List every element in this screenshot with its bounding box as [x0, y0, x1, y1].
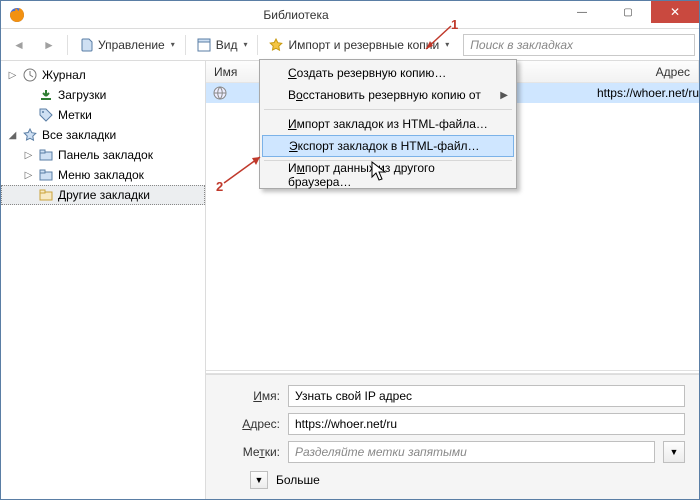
folder-icon: [38, 187, 54, 203]
toolbar: ◄ ► Управление ▾ Вид ▾ Импорт и резервны…: [1, 29, 699, 61]
forward-button[interactable]: ►: [35, 33, 63, 57]
sidebar: ▷ Журнал Загрузки Метки ◢ Все закладки ▷: [1, 61, 206, 499]
sidebar-label: Панель закладок: [58, 148, 153, 162]
menu-item-export-html[interactable]: Экспорт закладок в HTML-файл…: [262, 135, 514, 157]
sidebar-label: Метки: [58, 108, 92, 122]
details-more-toggle[interactable]: ▼ Больше: [220, 469, 685, 489]
title-bar: Библиотека — ▢ ✕: [1, 1, 699, 29]
back-button[interactable]: ◄: [5, 33, 33, 57]
expander-icon[interactable]: ▷: [23, 170, 34, 181]
details-name-label: Имя:: [220, 389, 280, 403]
menu-item-import-browser[interactable]: Импорт данных из другого браузера…: [262, 164, 514, 186]
arrow-right-icon: ►: [41, 37, 57, 53]
folder-icon: [38, 167, 54, 183]
column-header-addr-label: Адрес: [656, 65, 690, 79]
history-icon: [22, 67, 38, 83]
sidebar-item-bookmarks-menu[interactable]: ▷ Меню закладок: [1, 165, 205, 185]
details-name-input[interactable]: Узнать свой IP адрес: [288, 385, 685, 407]
organize-icon: [78, 37, 94, 53]
import-backup-menu-button[interactable]: Импорт и резервные копии ▾: [262, 33, 455, 57]
details-tags-input[interactable]: Разделяйте метки запятыми: [288, 441, 655, 463]
organize-label: Управление: [98, 38, 165, 52]
details-addr-input[interactable]: https://whoer.net/ru: [288, 413, 685, 435]
chevron-down-icon: ▼: [250, 471, 268, 489]
expander-icon[interactable]: ▷: [23, 150, 34, 161]
tag-icon: [38, 107, 54, 123]
star-icon: [268, 37, 284, 53]
sidebar-item-other-bookmarks[interactable]: Другие закладки: [1, 185, 205, 205]
tags-dropdown-button[interactable]: ▼: [663, 441, 685, 463]
window-title: Библиотека: [33, 8, 559, 22]
organize-menu-button[interactable]: Управление ▾: [72, 33, 181, 57]
view-label: Вид: [216, 38, 238, 52]
menu-item-create-backup[interactable]: Создать резервную копию…: [262, 62, 514, 84]
chevron-down-icon: ▾: [243, 40, 247, 49]
toolbar-separator: [67, 35, 68, 55]
chevron-down-icon: ▾: [171, 40, 175, 49]
details-more-label: Больше: [276, 473, 320, 487]
toolbar-separator: [185, 35, 186, 55]
menu-item-import-html[interactable]: Импорт закладок из HTML-файла…: [262, 113, 514, 135]
details-addr-label: Адрес:: [220, 417, 280, 431]
expander-icon[interactable]: ▷: [7, 70, 18, 81]
sidebar-item-tags[interactable]: Метки: [1, 105, 205, 125]
search-input[interactable]: Поиск в закладках: [463, 34, 695, 56]
import-label: Импорт и резервные копии: [288, 38, 439, 52]
expander-icon[interactable]: ◢: [7, 130, 18, 141]
sidebar-label: Журнал: [42, 68, 86, 82]
arrow-left-icon: ◄: [11, 37, 27, 53]
sidebar-label: Загрузки: [58, 88, 106, 102]
window-controls: — ▢ ✕: [559, 1, 699, 28]
sidebar-item-downloads[interactable]: Загрузки: [1, 85, 205, 105]
sidebar-label: Меню закладок: [58, 168, 144, 182]
maximize-button[interactable]: ▢: [605, 1, 651, 23]
view-menu-button[interactable]: Вид ▾: [190, 33, 254, 57]
folder-icon: [38, 147, 54, 163]
sidebar-item-all-bookmarks[interactable]: ◢ Все закладки: [1, 125, 205, 145]
globe-icon: [212, 85, 228, 101]
import-backup-menu: Создать резервную копию… Восстановить ре…: [259, 59, 517, 189]
bookmarks-icon: [22, 127, 38, 143]
close-button[interactable]: ✕: [651, 1, 699, 23]
menu-item-restore-backup[interactable]: Восстановить резервную копию от ▶: [262, 84, 514, 106]
sidebar-item-bookmarks-toolbar[interactable]: ▷ Панель закладок: [1, 145, 205, 165]
library-window: Библиотека — ▢ ✕ ◄ ► Управление ▾ Вид ▾ …: [0, 0, 700, 500]
chevron-down-icon: ▼: [670, 447, 679, 457]
sidebar-item-history[interactable]: ▷ Журнал: [1, 65, 205, 85]
details-panel: Имя: Узнать свой IP адрес Адрес: https:/…: [206, 374, 699, 499]
view-icon: [196, 37, 212, 53]
menu-separator: [264, 109, 512, 110]
firefox-icon: [7, 5, 27, 25]
sidebar-label: Другие закладки: [58, 188, 150, 202]
chevron-down-icon: ▾: [445, 40, 449, 49]
minimize-button[interactable]: —: [559, 1, 605, 23]
sidebar-label: Все закладки: [42, 128, 116, 142]
submenu-arrow-icon: ▶: [500, 90, 508, 101]
details-tags-label: Метки:: [220, 445, 280, 459]
download-icon: [38, 87, 54, 103]
toolbar-separator: [257, 35, 258, 55]
